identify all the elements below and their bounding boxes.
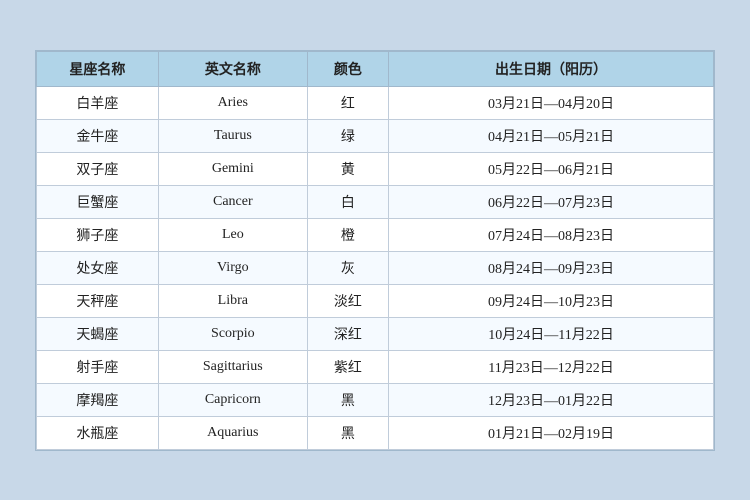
- cell-english: Capricorn: [158, 383, 307, 416]
- header-english: 英文名称: [158, 51, 307, 86]
- cell-date: 06月22日—07月23日: [389, 185, 714, 218]
- cell-date: 12月23日—01月22日: [389, 383, 714, 416]
- header-date: 出生日期（阳历）: [389, 51, 714, 86]
- table-row: 摩羯座Capricorn黑12月23日—01月22日: [37, 383, 714, 416]
- cell-color: 灰: [307, 251, 388, 284]
- cell-english: Cancer: [158, 185, 307, 218]
- cell-chinese: 金牛座: [37, 119, 159, 152]
- cell-date: 10月24日—11月22日: [389, 317, 714, 350]
- cell-chinese: 巨蟹座: [37, 185, 159, 218]
- cell-color: 淡红: [307, 284, 388, 317]
- table-header-row: 星座名称 英文名称 颜色 出生日期（阳历）: [37, 51, 714, 86]
- cell-color: 绿: [307, 119, 388, 152]
- cell-english: Libra: [158, 284, 307, 317]
- cell-color: 黑: [307, 416, 388, 449]
- table-row: 处女座Virgo灰08月24日—09月23日: [37, 251, 714, 284]
- cell-chinese: 双子座: [37, 152, 159, 185]
- cell-chinese: 天秤座: [37, 284, 159, 317]
- table-row: 天秤座Libra淡红09月24日—10月23日: [37, 284, 714, 317]
- cell-date: 07月24日—08月23日: [389, 218, 714, 251]
- cell-color: 紫红: [307, 350, 388, 383]
- table-row: 白羊座Aries红03月21日—04月20日: [37, 86, 714, 119]
- cell-chinese: 处女座: [37, 251, 159, 284]
- table-row: 天蝎座Scorpio深红10月24日—11月22日: [37, 317, 714, 350]
- zodiac-table-container: 星座名称 英文名称 颜色 出生日期（阳历） 白羊座Aries红03月21日—04…: [35, 50, 715, 451]
- header-color: 颜色: [307, 51, 388, 86]
- cell-english: Aquarius: [158, 416, 307, 449]
- cell-chinese: 狮子座: [37, 218, 159, 251]
- cell-chinese: 摩羯座: [37, 383, 159, 416]
- cell-chinese: 水瓶座: [37, 416, 159, 449]
- header-chinese: 星座名称: [37, 51, 159, 86]
- cell-date: 04月21日—05月21日: [389, 119, 714, 152]
- cell-date: 11月23日—12月22日: [389, 350, 714, 383]
- cell-color: 深红: [307, 317, 388, 350]
- cell-color: 黑: [307, 383, 388, 416]
- cell-color: 红: [307, 86, 388, 119]
- table-body: 白羊座Aries红03月21日—04月20日金牛座Taurus绿04月21日—0…: [37, 86, 714, 449]
- table-row: 水瓶座Aquarius黑01月21日—02月19日: [37, 416, 714, 449]
- cell-color: 白: [307, 185, 388, 218]
- zodiac-table: 星座名称 英文名称 颜色 出生日期（阳历） 白羊座Aries红03月21日—04…: [36, 51, 714, 450]
- cell-color: 黄: [307, 152, 388, 185]
- cell-english: Aries: [158, 86, 307, 119]
- cell-date: 09月24日—10月23日: [389, 284, 714, 317]
- cell-chinese: 天蝎座: [37, 317, 159, 350]
- table-row: 狮子座Leo橙07月24日—08月23日: [37, 218, 714, 251]
- cell-english: Virgo: [158, 251, 307, 284]
- cell-date: 05月22日—06月21日: [389, 152, 714, 185]
- cell-english: Leo: [158, 218, 307, 251]
- table-row: 金牛座Taurus绿04月21日—05月21日: [37, 119, 714, 152]
- table-row: 巨蟹座Cancer白06月22日—07月23日: [37, 185, 714, 218]
- cell-english: Gemini: [158, 152, 307, 185]
- cell-date: 03月21日—04月20日: [389, 86, 714, 119]
- cell-chinese: 白羊座: [37, 86, 159, 119]
- cell-date: 01月21日—02月19日: [389, 416, 714, 449]
- cell-english: Scorpio: [158, 317, 307, 350]
- cell-date: 08月24日—09月23日: [389, 251, 714, 284]
- cell-english: Sagittarius: [158, 350, 307, 383]
- cell-chinese: 射手座: [37, 350, 159, 383]
- table-row: 射手座Sagittarius紫红11月23日—12月22日: [37, 350, 714, 383]
- table-row: 双子座Gemini黄05月22日—06月21日: [37, 152, 714, 185]
- cell-color: 橙: [307, 218, 388, 251]
- cell-english: Taurus: [158, 119, 307, 152]
